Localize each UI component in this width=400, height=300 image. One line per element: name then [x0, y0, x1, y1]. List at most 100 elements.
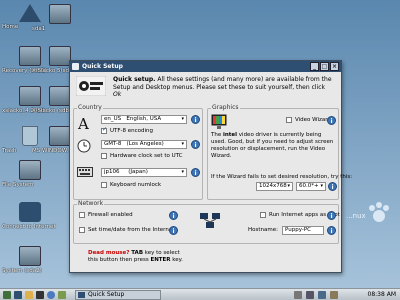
tray-icon[interactable]	[294, 291, 302, 299]
maximize-button[interactable]: □	[320, 62, 329, 71]
browser-icon[interactable]	[47, 291, 55, 299]
header-bold-text: Quick setup.	[113, 76, 156, 83]
chevron-down-icon: ▾	[181, 169, 184, 175]
paw-logo	[369, 202, 389, 222]
video-wizard-label: Video Wizard	[295, 117, 331, 123]
keyboard-icon	[77, 167, 93, 177]
resolution-prompt: If the Wizard fails to set desired resol…	[211, 174, 353, 180]
window-app-icon	[78, 292, 85, 298]
volume-icon[interactable]	[306, 291, 314, 299]
run-as-spot-info-icon[interactable]: i	[327, 211, 336, 220]
footer-hint: Dead mouse? TAB key to select this butto…	[88, 250, 288, 264]
keyboard-name: (Japan)	[128, 169, 148, 175]
font-icon: A	[77, 115, 89, 131]
keyboard-code: jp106	[104, 169, 120, 175]
timezone-code: GMT-8	[104, 141, 122, 147]
hostname-input[interactable]: Puppy-PC	[282, 226, 324, 235]
clock-icon	[77, 139, 91, 153]
drive-icon	[49, 46, 71, 66]
drive-icon	[49, 86, 71, 106]
desktop-show-icon[interactable]	[14, 291, 22, 299]
taskbar-quick-setup[interactable]: Quick Setup	[75, 290, 161, 300]
drive-icon	[49, 126, 71, 146]
chevron-down-icon: ▾	[181, 116, 184, 122]
window-app-icon	[72, 63, 79, 70]
keyboard-info-icon[interactable]: i	[191, 168, 200, 177]
video-wizard-checkbox[interactable]	[286, 117, 292, 123]
firewall-info-icon[interactable]: i	[169, 211, 178, 220]
resolution-value: 1024x768	[259, 183, 287, 189]
desktop-icon-system[interactable]: System (sda2)	[2, 246, 58, 274]
utf8-checkbox[interactable]	[101, 126, 107, 134]
timezone-info-icon[interactable]: i	[191, 140, 200, 149]
keyboard-select[interactable]: jp106 (Japan) ▾	[101, 168, 187, 177]
wallpaper-text: ...nux	[346, 212, 366, 220]
refresh-value: 60.0*+	[299, 183, 319, 189]
firewall-label: Firewall enabled	[88, 212, 133, 218]
minimize-button[interactable]: _	[310, 62, 319, 71]
desktop-icon-sda1[interactable]: sda1	[32, 4, 88, 32]
firewall-checkbox[interactable]	[79, 212, 85, 218]
footer-text-1: key to select	[144, 250, 180, 256]
locale-info-icon[interactable]: i	[191, 115, 200, 124]
hwclock-label: Hardware clock set to UTC	[110, 153, 183, 159]
window-title: Quick Setup	[82, 63, 123, 70]
graphics-group-title: Graphics	[211, 104, 240, 111]
desktop-icon-filesystem[interactable]: File System	[2, 160, 58, 188]
timezone-name: (Los Angeles)	[126, 141, 164, 147]
timedate-info-icon[interactable]: i	[169, 226, 178, 235]
timedate-label: Set time/date from the Internet	[88, 227, 175, 233]
resolution-info-icon[interactable]: i	[328, 182, 337, 191]
svg-text:A: A	[77, 115, 89, 131]
graphics-info-icon[interactable]: i	[327, 116, 336, 125]
driver-description: The intel video driver is currently bein…	[211, 132, 335, 160]
driver-name: intel	[222, 132, 238, 138]
run-as-spot-checkbox[interactable]	[260, 212, 266, 218]
drive-icon	[19, 246, 41, 266]
footer-text-2: this button then press	[88, 257, 149, 263]
timezone-select[interactable]: GMT-8 (Los Angeles) ▾	[101, 140, 187, 149]
network-icon	[19, 202, 41, 222]
network-computers-icon	[200, 213, 220, 228]
clipboard-icon[interactable]	[330, 291, 338, 299]
locale-name: English, USA	[126, 116, 162, 122]
close-button[interactable]: ×	[330, 62, 339, 71]
footer-tab: TAB	[131, 250, 144, 256]
timedate-checkbox[interactable]	[79, 227, 85, 233]
monitor-icon	[211, 114, 227, 129]
chevron-down-icon: ▾	[181, 141, 184, 147]
driver-pre: The	[211, 132, 222, 138]
desktop-icon-connect[interactable]: Connect to Internet	[2, 202, 58, 230]
quick-setup-window: Quick Setup _ □ × Quick setup. All these…	[69, 60, 352, 273]
chevron-down-icon: ▾	[287, 183, 290, 189]
clock[interactable]: 08:38 AM	[368, 291, 396, 298]
country-group-title: Country	[77, 104, 103, 111]
file-manager-icon[interactable]	[25, 291, 33, 299]
menu-icon[interactable]	[3, 291, 11, 299]
network-status-icon[interactable]	[318, 291, 326, 299]
header-ok-text: Ok	[113, 91, 122, 98]
filesystem-icon	[19, 160, 41, 180]
drive-icon	[49, 4, 71, 24]
header-description: Quick setup. All these settings (and man…	[113, 76, 333, 99]
quick-setup-logo-icon	[76, 76, 106, 96]
taskbar-task-label: Quick Setup	[88, 291, 125, 298]
hostname-label: Hostname:	[248, 227, 278, 233]
hostname-info-icon[interactable]: i	[327, 226, 336, 235]
footer-text-3: key.	[172, 257, 183, 263]
network-group-title: Network	[77, 200, 105, 207]
numlock-label: Keyboard numlock	[110, 182, 162, 188]
hwclock-checkbox[interactable]	[101, 153, 107, 159]
locale-select[interactable]: en_US English, USA ▾	[101, 115, 187, 124]
header-section: Quick setup. All these settings (and man…	[74, 74, 338, 102]
editor-icon[interactable]	[58, 291, 66, 299]
numlock-checkbox[interactable]	[101, 182, 107, 188]
window-titlebar[interactable]: Quick Setup _ □ ×	[70, 61, 341, 72]
utf8-label: UTF-8 encoding	[110, 128, 154, 134]
terminal-icon[interactable]	[36, 291, 44, 299]
refresh-select[interactable]: 60.0*+ ▾	[296, 182, 326, 191]
footer-bold: Dead mouse?	[88, 250, 130, 256]
footer-enter: ENTER	[150, 257, 171, 263]
resolution-select[interactable]: 1024x768 ▾	[256, 182, 293, 191]
chevron-down-icon: ▾	[320, 183, 323, 189]
